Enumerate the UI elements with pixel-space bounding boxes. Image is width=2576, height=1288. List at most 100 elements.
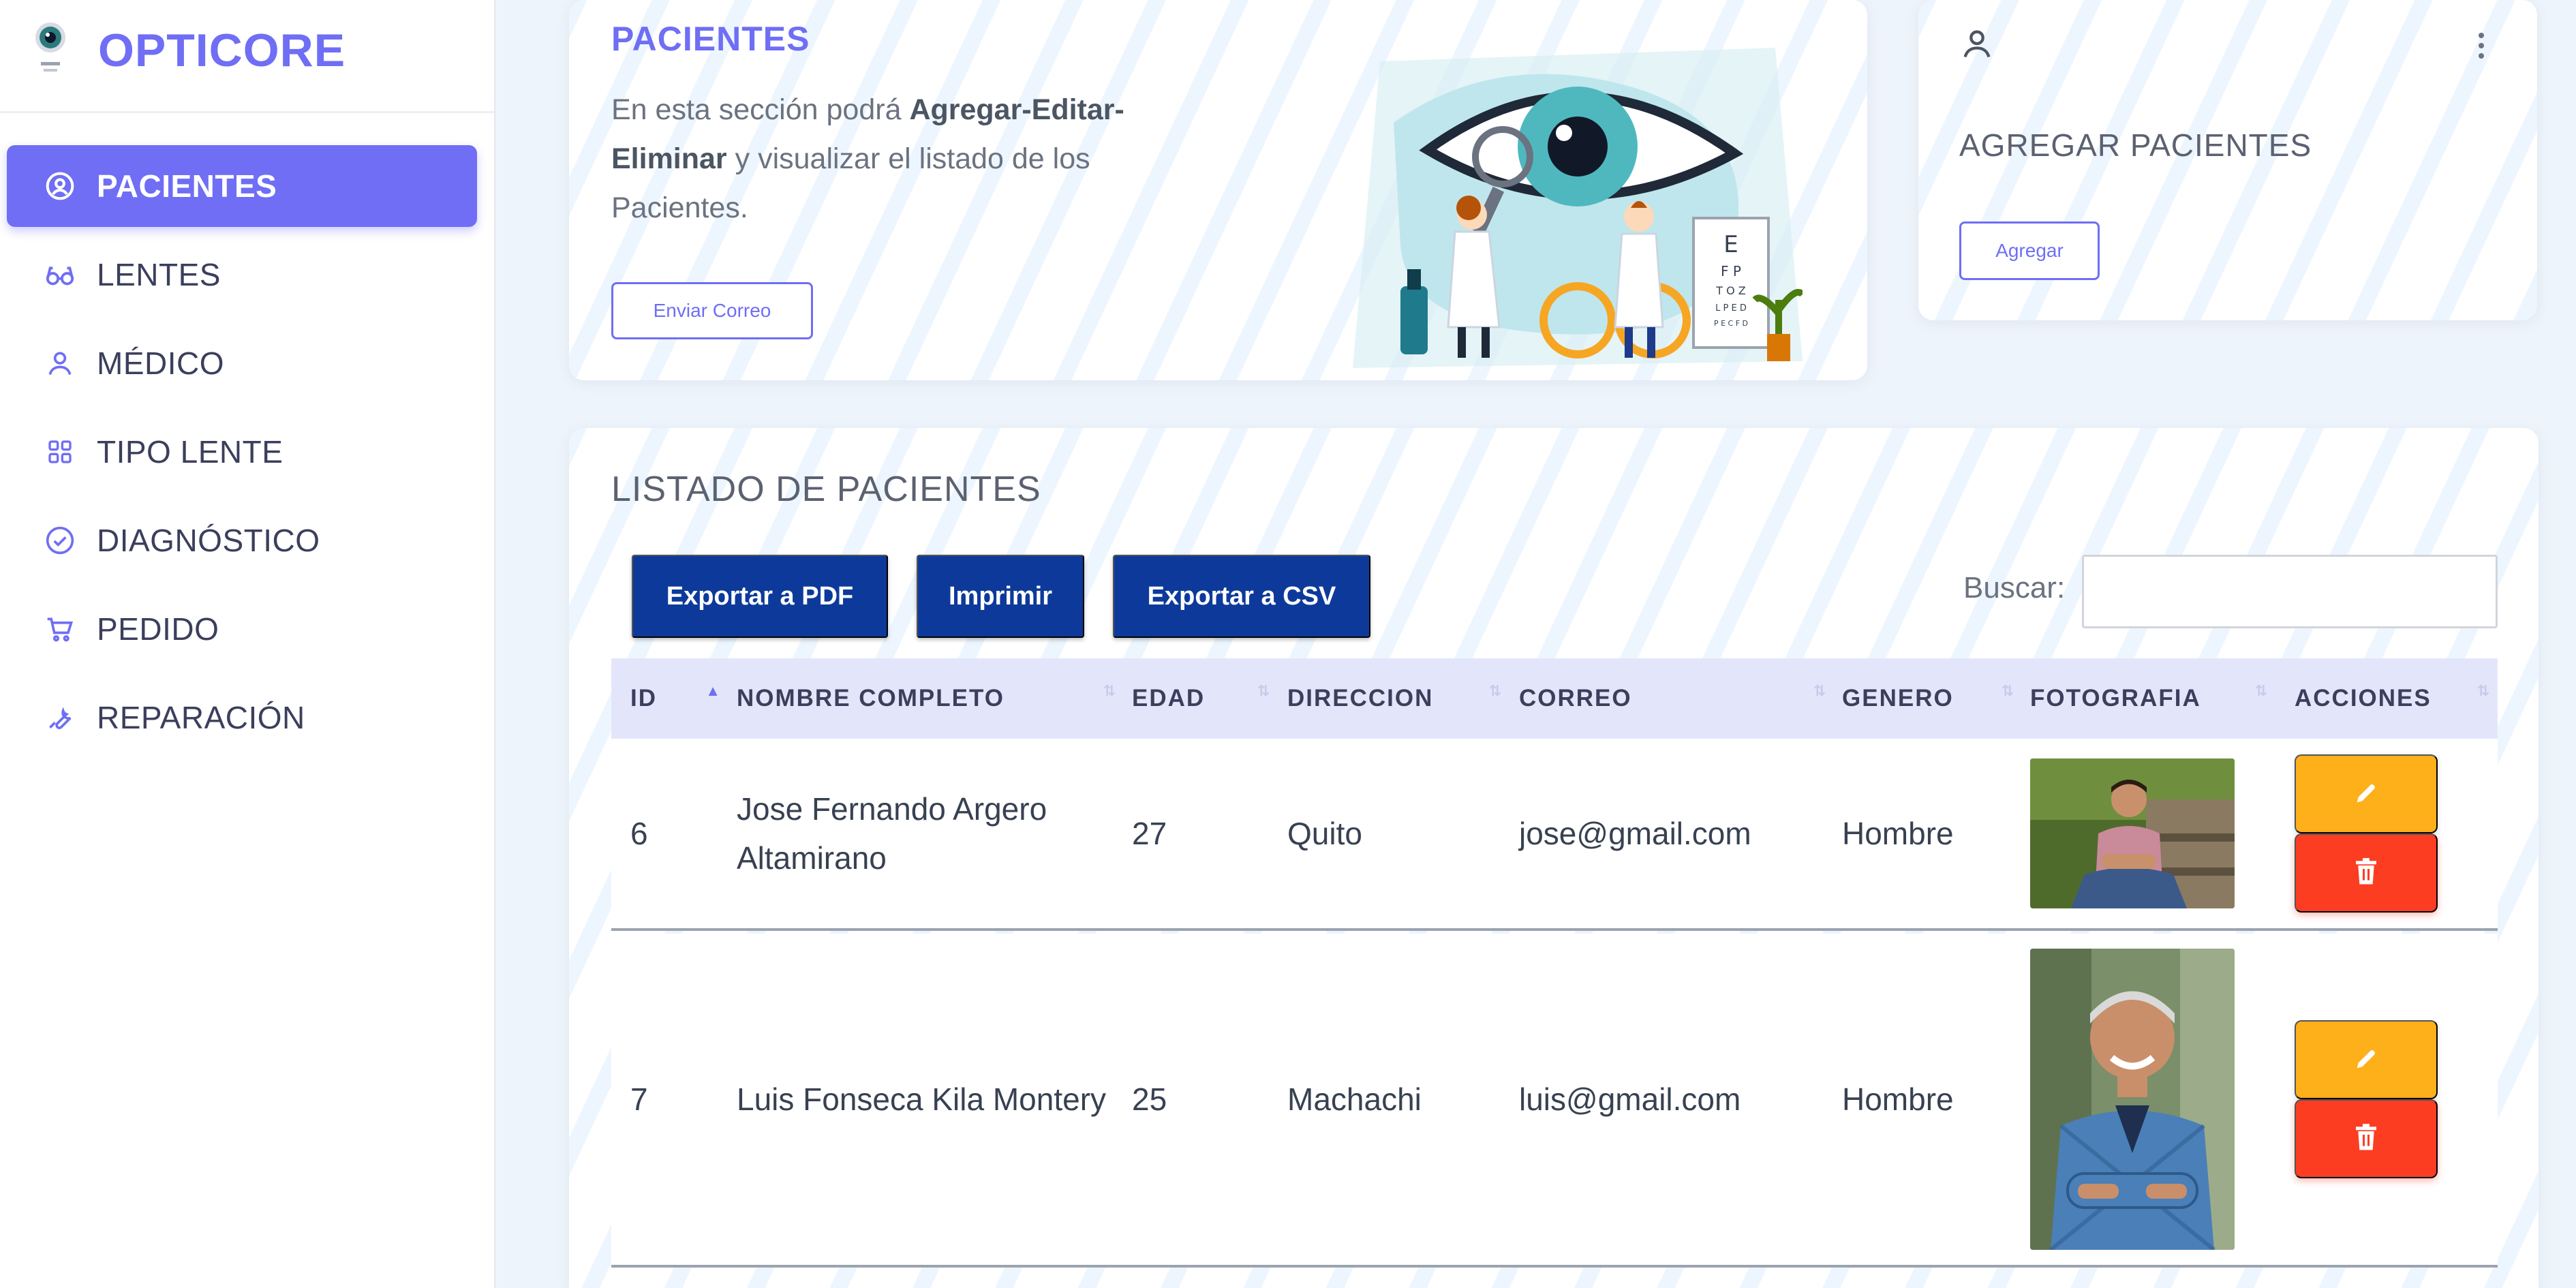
sidebar-item-label: TIPO LENTE [97,434,283,470]
cell-gender: Hombre [1842,1082,1954,1117]
cell-age: 25 [1132,1082,1167,1117]
column-header-actions[interactable]: ACCIONES ⇅ [2275,658,2498,739]
cell-id: 6 [630,816,648,851]
svg-text:P E C F D: P E C F D [1714,319,1748,328]
column-header-name[interactable]: NOMBRE COMPLETO ⇅ [729,658,1124,739]
user-icon [41,344,79,382]
column-header-label: GENERO [1842,685,1954,711]
search-label: Buscar: [1963,571,2066,604]
column-header-label: ACCIONES [2295,685,2432,711]
table-row: 7 Luis Fonseca Kila Montery 25 Machachi … [611,934,2498,1268]
column-header-label: ID [630,685,657,711]
column-header-gender[interactable]: GENERO ⇅ [1834,658,2022,739]
edit-button[interactable] [2295,1020,2438,1099]
sidebar-item-pedido[interactable]: PEDIDO [7,588,477,670]
sort-icon: ⇅ [2001,682,2015,699]
sidebar-item-diagnostico[interactable]: DIAGNÓSTICO [7,500,477,581]
sidebar-nav: PACIENTES LENTES MÉDICO TIPO LENTE DIAGN… [7,145,477,765]
column-header-id[interactable]: ID ▲ [611,658,729,739]
sidebar-item-tipo-lente[interactable]: TIPO LENTE [7,411,477,493]
user-circle-icon [41,167,79,205]
sort-icon: ⇅ [1103,682,1117,699]
cell-address: Quito [1287,816,1362,851]
wrench-icon [41,699,79,737]
kebab-menu-icon[interactable] [2477,31,2486,61]
delete-button[interactable] [2295,833,2438,913]
table-header: ID ▲ NOMBRE COMPLETO ⇅ EDAD ⇅ DIRECCION … [611,658,2498,739]
sidebar-item-label: MÉDICO [97,346,224,381]
cell-address: Machachi [1287,1082,1422,1117]
sidebar-item-lentes[interactable]: LENTES [7,234,477,316]
older-man-smiling-photo [2030,949,2235,1250]
cell-actions [2275,1020,2498,1178]
cell-age: 27 [1132,816,1167,851]
svg-text:T O Z: T O Z [1715,284,1746,297]
cell-photo [2022,758,2275,908]
sidebar-item-label: PACIENTES [97,168,277,204]
cell-gender: Hombre [1842,816,1954,851]
sort-icon: ⇅ [1813,682,1827,699]
column-header-photo[interactable]: FOTOGRAFIA ⇅ [2022,658,2275,739]
edit-button[interactable] [2295,754,2438,833]
column-header-label: EDAD [1132,685,1206,711]
young-man-sitting-photo [2030,758,2235,908]
cell-id: 7 [630,1082,648,1117]
sort-asc-icon: ▲ [705,682,722,699]
brand-divider [0,111,494,113]
sidebar-item-label: LENTES [97,257,221,292]
send-email-button[interactable]: Enviar Correo [611,282,813,339]
column-header-email[interactable]: CORREO ⇅ [1509,658,1834,739]
cell-actions [2275,754,2498,913]
cell-photo [2022,949,2275,1250]
info-card-description: En esta sección podrá Agregar-Editar-Eli… [611,85,1211,232]
eye-doctors-illustration: E F P T O Z L P E D P E C F D [1353,41,1805,368]
svg-text:E: E [1723,231,1738,258]
trash-icon [2352,1123,2380,1155]
trash-icon [2352,857,2380,889]
column-header-age[interactable]: EDAD ⇅ [1124,658,1278,739]
sidebar: OPTICORE PACIENTES LENTES MÉDICO TIPO LE… [0,0,495,1288]
sidebar-item-label: REPARACIÓN [97,700,305,735]
sidebar-item-pacientes[interactable]: PACIENTES [7,145,477,227]
column-header-label: NOMBRE COMPLETO [737,685,1005,711]
patients-list-card: LISTADO DE PACIENTES Exportar a PDF Impr… [569,428,2539,1288]
export-csv-button[interactable]: Exportar a CSV [1113,555,1370,638]
pencil-icon [2352,1045,2380,1075]
add-patient-button[interactable]: Agregar [1959,221,2100,280]
add-card-title: AGREGAR PACIENTES [1959,127,2312,163]
pencil-icon [2352,780,2380,809]
row-actions [2295,1020,2498,1178]
sort-icon: ⇅ [2477,682,2491,699]
list-title: LISTADO DE PACIENTES [611,470,1041,509]
user-icon [1959,26,2000,67]
cell-name: Luis Fonseca Kila Montery [737,1082,1107,1117]
app-root: OPTICORE PACIENTES LENTES MÉDICO TIPO LE… [0,0,2576,1288]
brand-name: OPTICORE [98,25,346,76]
table-row: 6 Jose Fernando Argero Altamirano 27 Qui… [611,739,2498,931]
glasses-icon [41,256,79,294]
print-button[interactable]: Imprimir [917,555,1084,638]
column-header-label: DIRECCION [1287,685,1434,711]
add-patients-card: AGREGAR PACIENTES Agregar [1918,0,2537,320]
brand[interactable]: OPTICORE [30,16,346,85]
column-header-address[interactable]: DIRECCION ⇅ [1278,658,1509,739]
sort-icon: ⇅ [2254,682,2269,699]
export-pdf-button[interactable]: Exportar a PDF [632,555,888,638]
info-card-title: PACIENTES [611,20,810,58]
delete-button[interactable] [2295,1099,2438,1178]
cart-icon [41,610,79,648]
sidebar-item-medico[interactable]: MÉDICO [7,322,477,404]
svg-text:L P E D: L P E D [1715,303,1747,313]
cell-email: jose@gmail.com [1519,816,1751,851]
check-circle-icon [41,521,79,559]
search-input[interactable] [2082,555,2498,628]
sidebar-item-reparacion[interactable]: REPARACIÓN [7,677,477,758]
eye-logo-icon [30,21,71,80]
sort-icon: ⇅ [1257,682,1271,699]
patients-info-card: PACIENTES En esta sección podrá Agregar-… [569,0,1867,380]
column-header-label: FOTOGRAFIA [2030,685,2201,711]
svg-text:F P: F P [1721,263,1741,279]
row-actions [2295,754,2498,913]
grid-icon [41,433,79,471]
column-header-label: CORREO [1519,685,1632,711]
